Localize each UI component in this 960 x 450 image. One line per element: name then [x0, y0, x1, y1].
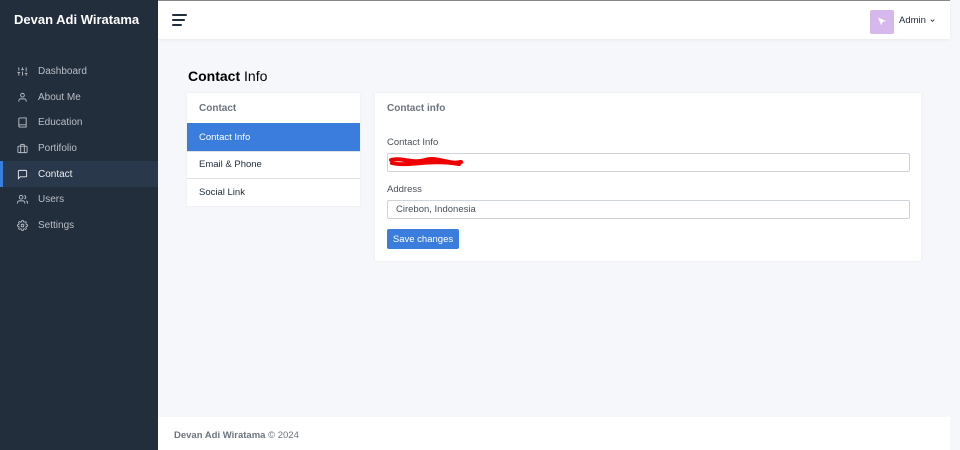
sidebar-item-about-me[interactable]: About Me: [0, 85, 158, 111]
sidebar-item-dashboard[interactable]: Dashboard: [0, 59, 158, 85]
sidebar-item-portifolio[interactable]: Portifolio: [0, 136, 158, 162]
users-icon: [17, 194, 28, 205]
footer-name[interactable]: Devan Adi Wiratama: [174, 430, 265, 441]
sidebar-item-label: Portifolio: [38, 143, 77, 155]
cursor-icon: [878, 17, 886, 26]
contact-menu-card: Contact Contact Info Email & Phone Socia…: [187, 93, 360, 206]
gear-icon: [17, 219, 28, 231]
sidebar-item-users[interactable]: Users: [0, 187, 158, 213]
page-title-rest: Info: [240, 68, 268, 84]
avatar[interactable]: [870, 10, 894, 34]
sidebar-item-settings[interactable]: Settings: [0, 213, 158, 239]
page-title: Contact Info: [188, 68, 267, 84]
briefcase-icon: [17, 143, 28, 154]
menu-item-social-link[interactable]: Social Link: [187, 178, 360, 206]
address-input[interactable]: [387, 200, 910, 219]
sidebar-item-label: Dashboard: [38, 66, 87, 78]
brand-title[interactable]: Devan Adi Wiratama: [14, 12, 139, 27]
sidebar-item-contact[interactable]: Contact: [0, 161, 158, 187]
menu-item-email-phone[interactable]: Email & Phone: [187, 150, 360, 179]
top-navbar: Admin: [158, 0, 950, 39]
sidebar-item-education[interactable]: Education: [0, 110, 158, 136]
footer-copyright: © 2024: [265, 430, 299, 441]
sidebar-item-label: Contact: [38, 168, 73, 180]
sidebar-item-label: Settings: [38, 219, 75, 231]
contact-menu-heading: Contact: [199, 103, 237, 114]
user-name: Admin: [899, 15, 926, 26]
user-menu-toggle[interactable]: Admin: [899, 15, 936, 26]
book-icon: [17, 117, 28, 129]
sidebar-item-label: Users: [38, 194, 65, 206]
footer-text: Devan Adi Wiratama © 2024: [174, 430, 299, 441]
user-icon: [17, 92, 28, 103]
address-label: Address: [387, 184, 422, 195]
sidebar-item-label: Education: [38, 117, 83, 129]
chevron-down-icon: [930, 19, 935, 22]
sliders-icon: [17, 66, 28, 77]
contact-info-label: Contact Info: [387, 137, 439, 148]
page-title-bold: Contact: [188, 68, 241, 84]
menu-item-contact-info[interactable]: Contact Info: [187, 123, 360, 151]
hamburger-menu-icon[interactable]: [172, 14, 187, 26]
contact-info-input[interactable]: [387, 153, 910, 172]
contact-form-card: Contact info Contact Info Address Save c…: [375, 93, 921, 261]
form-heading: Contact info: [387, 103, 446, 114]
footer: Devan Adi Wiratama © 2024: [158, 417, 950, 450]
save-changes-button[interactable]: Save changes: [387, 229, 459, 249]
sidebar-nav: Dashboard About Me Education Portifolio …: [0, 59, 158, 238]
sidebar: Devan Adi Wiratama Dashboard About Me Ed…: [0, 0, 158, 450]
message-square-icon: [17, 169, 28, 180]
sidebar-item-label: About Me: [38, 91, 81, 103]
redaction-scribble: [389, 157, 463, 167]
